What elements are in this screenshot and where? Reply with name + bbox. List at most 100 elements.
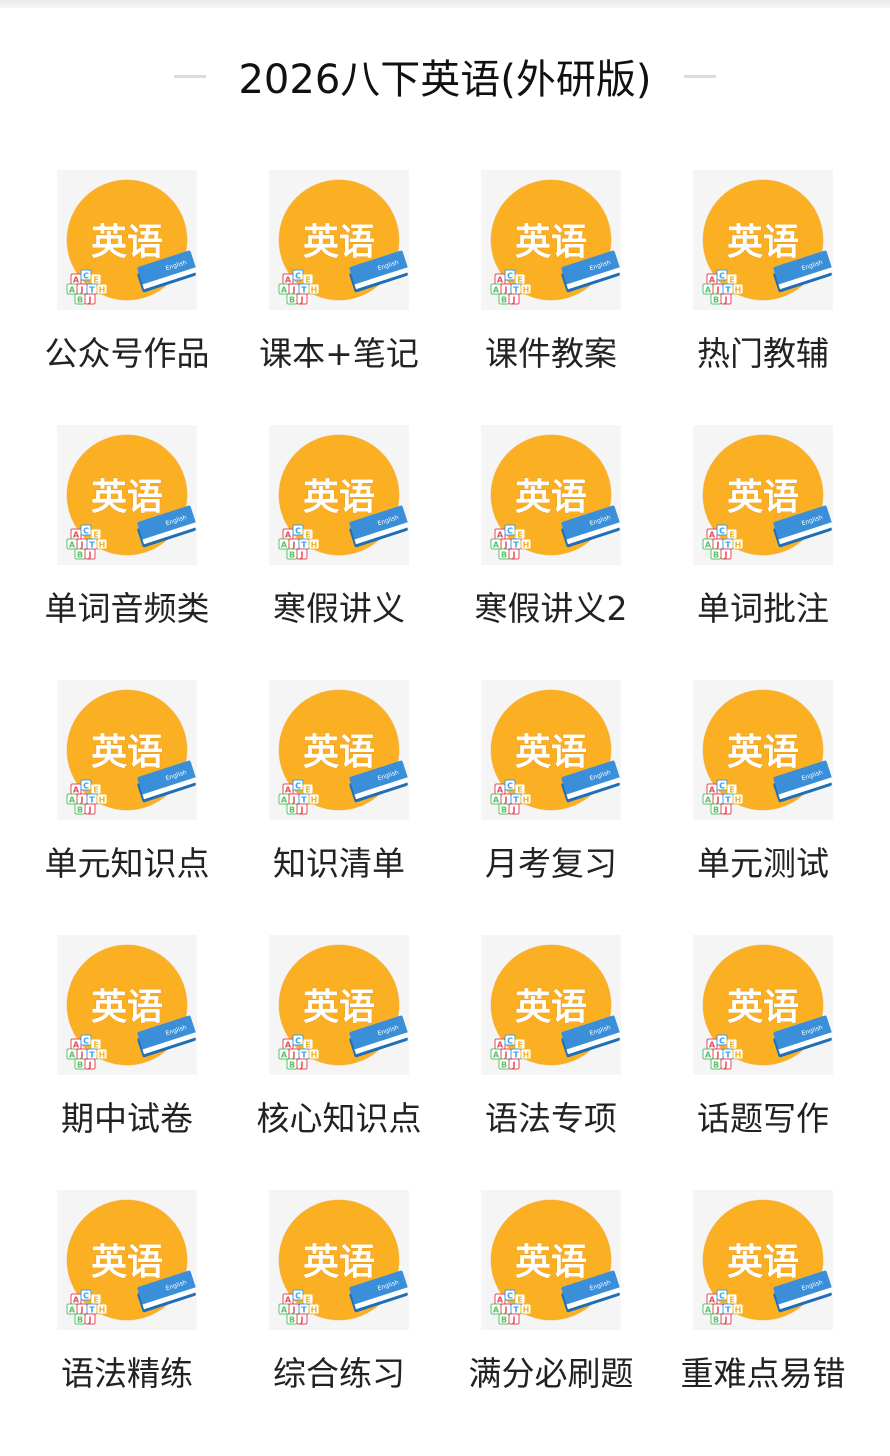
grid-tile[interactable]: 英语 ACEAJTHBJ English 课本+笔记 (233, 170, 445, 425)
svg-text:E: E (305, 530, 310, 539)
svg-text:A: A (705, 285, 712, 294)
english-book-icon[interactable]: 英语 ACEAJTHBJ English (57, 935, 197, 1075)
svg-text:C: C (507, 1036, 513, 1045)
grid-tile[interactable]: 英语 ACEAJTHBJ English 公众号作品 (21, 170, 233, 425)
grid-tile[interactable]: 英语 ACEAJTHBJ English 综合练习 (233, 1190, 445, 1445)
english-book-icon[interactable]: 英语 ACEAJTHBJ English (693, 170, 833, 310)
grid-tile[interactable]: 英语 ACEAJTHBJ English 单元知识点 (21, 680, 233, 935)
svg-text:B: B (77, 550, 83, 559)
tile-label[interactable]: 课件教案 (485, 334, 617, 374)
title-left-divider (174, 74, 207, 78)
svg-text:B: B (77, 1060, 83, 1069)
english-book-icon[interactable]: 英语 ACEAJTHBJ English (481, 170, 621, 310)
tile-label[interactable]: 综合练习 (273, 1354, 405, 1394)
english-book-icon[interactable]: 英语 ACEAJTHBJ English (57, 425, 197, 565)
grid-tile[interactable]: 英语 ACEAJTHBJ English 热门教辅 (657, 170, 869, 425)
svg-text:E: E (729, 530, 734, 539)
tile-label[interactable]: 月考复习 (485, 844, 617, 884)
svg-text:A: A (705, 1050, 712, 1059)
svg-text:B: B (501, 295, 507, 304)
grid-tile[interactable]: 英语 ACEAJTHBJ English 寒假讲义2 (445, 425, 657, 680)
english-book-icon[interactable]: 英语 ACEAJTHBJ English (693, 680, 833, 820)
svg-text:H: H (311, 1050, 318, 1059)
grid-tile[interactable]: 英语 ACEAJTHBJ English 满分必刷题 (445, 1190, 657, 1445)
svg-text:A: A (69, 1050, 76, 1059)
svg-text:A: A (493, 795, 500, 804)
english-book-icon[interactable]: 英语 ACEAJTHBJ English (269, 170, 409, 310)
tile-label[interactable]: 单元知识点 (45, 844, 210, 884)
svg-text:A: A (69, 540, 76, 549)
grid-tile[interactable]: 英语 ACEAJTHBJ English 核心知识点 (233, 935, 445, 1190)
svg-text:A: A (285, 275, 292, 284)
tile-label[interactable]: 知识清单 (273, 844, 405, 884)
svg-text:J: J (300, 295, 304, 304)
english-book-icon[interactable]: 英语 ACEAJTHBJ English (693, 425, 833, 565)
svg-text:T: T (725, 540, 731, 549)
svg-text:H: H (311, 540, 318, 549)
grid-tile[interactable]: 英语 ACEAJTHBJ English 期中试卷 (21, 935, 233, 1190)
svg-text:英语: 英语 (303, 987, 375, 1028)
english-book-icon[interactable]: 英语 ACEAJTHBJ English (693, 1190, 833, 1330)
grid-tile[interactable]: 英语 ACEAJTHBJ English 课件教案 (445, 170, 657, 425)
tile-label[interactable]: 热门教辅 (697, 334, 829, 374)
grid-tile[interactable]: 英语 ACEAJTHBJ English 单元测试 (657, 680, 869, 935)
tile-label[interactable]: 课本+笔记 (259, 334, 419, 374)
english-book-icon[interactable]: 英语 ACEAJTHBJ English (481, 425, 621, 565)
english-book-icon[interactable]: 英语 ACEAJTHBJ English (57, 680, 197, 820)
tile-label[interactable]: 单元测试 (697, 844, 829, 884)
grid-tile[interactable]: 英语 ACEAJTHBJ English 寒假讲义 (233, 425, 445, 680)
english-book-icon[interactable]: 英语 ACEAJTHBJ English (481, 935, 621, 1075)
svg-text:B: B (713, 805, 719, 814)
tile-label[interactable]: 寒假讲义2 (475, 589, 628, 629)
tile-label[interactable]: 语法精练 (61, 1354, 193, 1394)
svg-text:A: A (69, 795, 76, 804)
tile-label[interactable]: 语法专项 (485, 1099, 617, 1139)
svg-text:B: B (713, 1060, 719, 1069)
english-book-icon[interactable]: 英语 ACEAJTHBJ English (693, 935, 833, 1075)
svg-text:H: H (523, 285, 530, 294)
grid-tile[interactable]: 英语 ACEAJTHBJ English 月考复习 (445, 680, 657, 935)
grid-tile[interactable]: 英语 ACEAJTHBJ English 知识清单 (233, 680, 445, 935)
english-book-icon[interactable]: 英语 ACEAJTHBJ English (481, 680, 621, 820)
svg-text:A: A (73, 1040, 80, 1049)
grid-tile[interactable]: 英语 ACEAJTHBJ English 话题写作 (657, 935, 869, 1190)
tile-label[interactable]: 期中试卷 (61, 1099, 193, 1139)
svg-text:C: C (719, 271, 725, 280)
tile-label[interactable]: 重难点易错 (681, 1354, 846, 1394)
tile-label[interactable]: 核心知识点 (257, 1099, 422, 1139)
english-book-icon[interactable]: 英语 ACEAJTHBJ English (269, 935, 409, 1075)
svg-text:J: J (292, 1305, 296, 1314)
english-book-icon[interactable]: 英语 ACEAJTHBJ English (57, 1190, 197, 1330)
svg-text:E: E (305, 1040, 310, 1049)
svg-text:英语: 英语 (91, 987, 163, 1028)
english-book-icon[interactable]: 英语 ACEAJTHBJ English (269, 425, 409, 565)
tile-label[interactable]: 单词音频类 (45, 589, 210, 629)
tile-label[interactable]: 话题写作 (697, 1099, 829, 1139)
svg-text:J: J (88, 295, 92, 304)
tile-label[interactable]: 满分必刷题 (469, 1354, 634, 1394)
english-book-icon[interactable]: 英语 ACEAJTHBJ English (481, 1190, 621, 1330)
svg-text:英语: 英语 (727, 222, 799, 263)
svg-text:B: B (501, 805, 507, 814)
grid-tile[interactable]: 英语 ACEAJTHBJ English 语法精练 (21, 1190, 233, 1445)
grid-tile[interactable]: 英语 ACEAJTHBJ English 重难点易错 (657, 1190, 869, 1445)
svg-text:T: T (513, 1305, 519, 1314)
svg-text:T: T (725, 1305, 731, 1314)
svg-text:J: J (504, 540, 508, 549)
grid-tile[interactable]: 英语 ACEAJTHBJ English 语法专项 (445, 935, 657, 1190)
svg-text:H: H (523, 1305, 530, 1314)
grid-tile[interactable]: 英语 ACEAJTHBJ English 单词批注 (657, 425, 869, 680)
grid-tile[interactable]: 英语 ACEAJTHBJ English 单词音频类 (21, 425, 233, 680)
tile-label[interactable]: 公众号作品 (45, 334, 210, 374)
svg-text:J: J (80, 795, 84, 804)
tile-label[interactable]: 寒假讲义 (273, 589, 405, 629)
english-book-icon[interactable]: 英语 ACEAJTHBJ English (57, 170, 197, 310)
english-book-icon[interactable]: 英语 ACEAJTHBJ English (269, 1190, 409, 1330)
svg-text:B: B (289, 550, 295, 559)
tile-label[interactable]: 单词批注 (697, 589, 829, 629)
english-book-icon[interactable]: 英语 ACEAJTHBJ English (269, 680, 409, 820)
svg-text:B: B (713, 550, 719, 559)
svg-text:英语: 英语 (303, 477, 375, 518)
svg-text:英语: 英语 (91, 1242, 163, 1283)
svg-text:J: J (292, 540, 296, 549)
